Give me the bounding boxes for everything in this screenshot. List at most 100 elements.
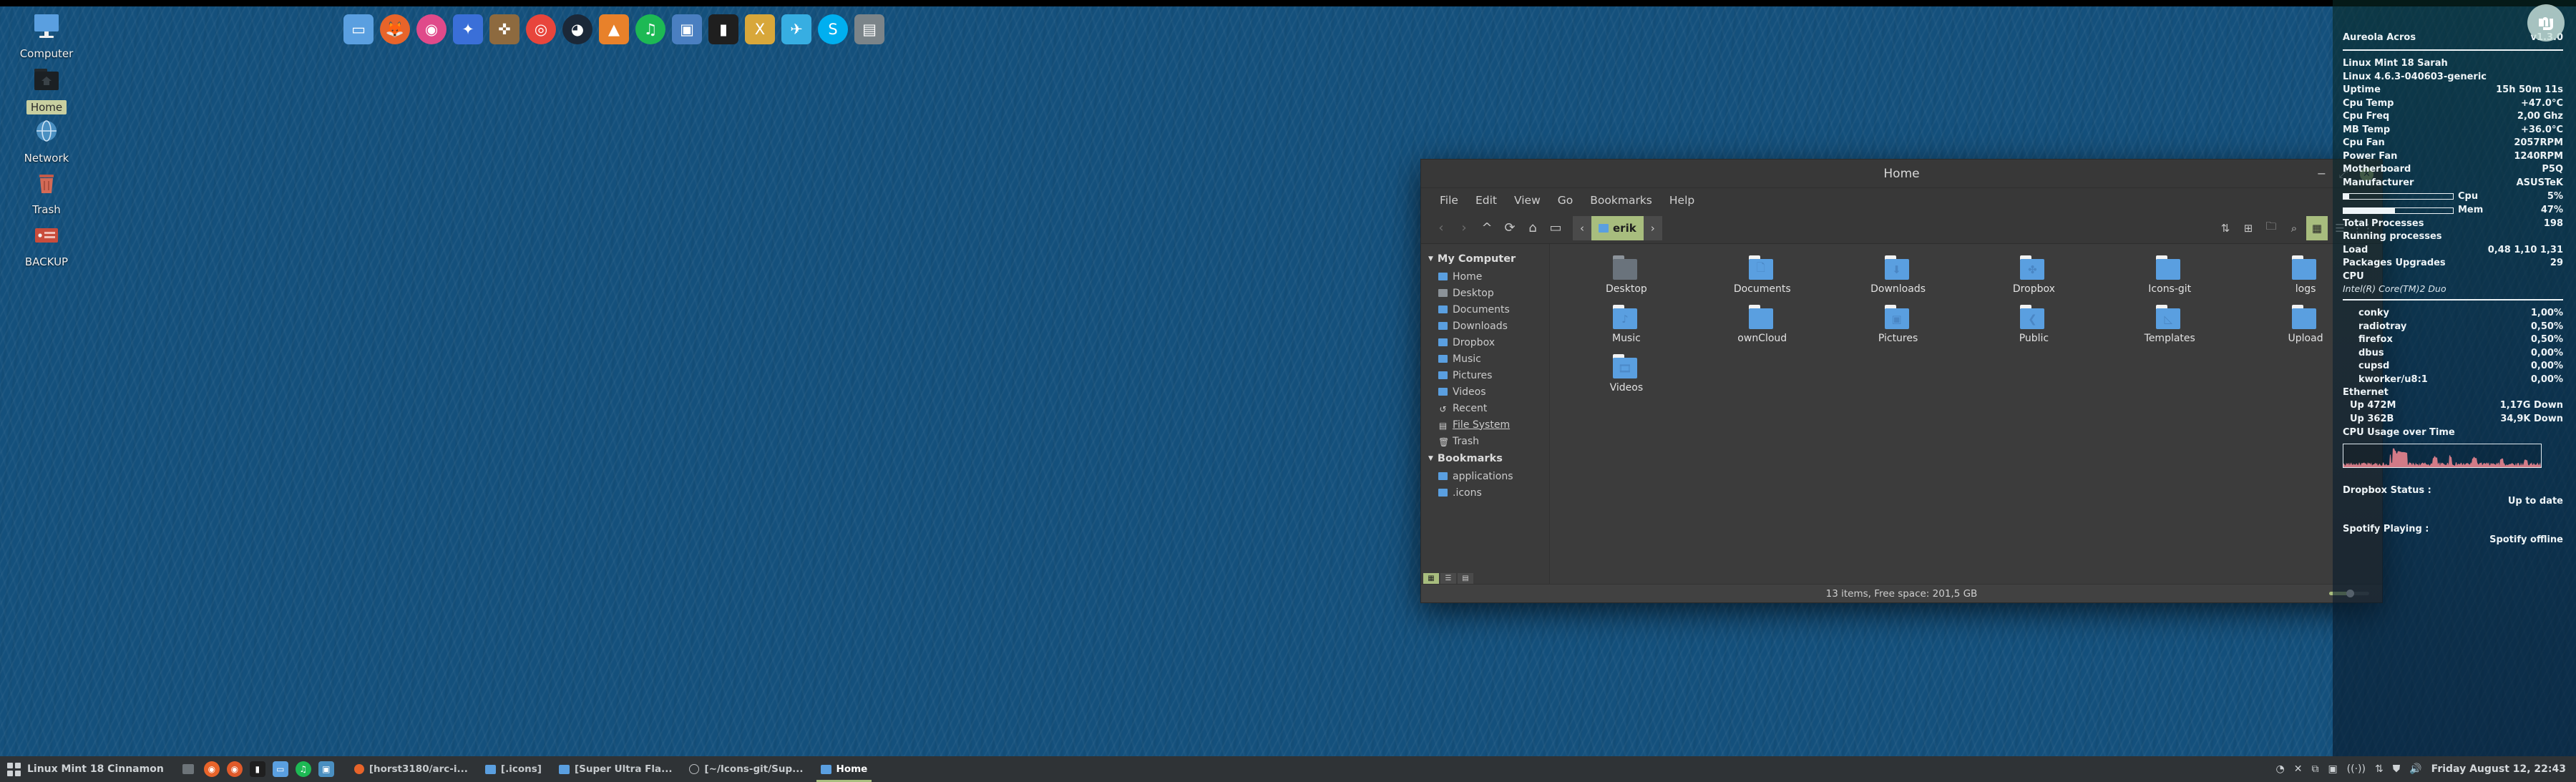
toolbar[interactable]: ‹ › ^ ⟳ ⌂ ▭ ‹ erik › ⇅ ⊞ 🗀 ⌕ ▦ ☰ ⋮⋮ [1421, 212, 2382, 244]
file-item[interactable]: 🗋Documents [1694, 251, 1830, 296]
arc-menu-icon[interactable]: ◉ [416, 14, 447, 44]
file-item[interactable]: ◺Templates [2102, 300, 2238, 346]
files-folder-icon[interactable]: ▭ [343, 14, 374, 44]
taskbar-window-button[interactable]: [~/Icons-git/Sup... [680, 756, 811, 782]
back-icon[interactable]: ‹ [1430, 217, 1453, 240]
bluetooth-icon[interactable]: ✦ [453, 14, 483, 44]
telegram-icon[interactable]: ✈ [781, 14, 811, 44]
firefox-icon[interactable]: ◉ [204, 761, 220, 777]
view-toggle-compact[interactable]: ▤ [1458, 573, 1473, 584]
file-item[interactable]: ❮Public [1966, 300, 2102, 346]
sidebar-item-pictures[interactable]: Pictures [1421, 367, 1549, 383]
file-item[interactable]: 🎞Videos [1558, 350, 1694, 395]
screenshot-icon[interactable]: ▣ [2328, 764, 2337, 774]
up-icon[interactable]: ^ [1475, 217, 1498, 240]
sidebar-section-bookmarks[interactable]: ▼Bookmarks [1421, 449, 1549, 468]
view-icons-icon[interactable]: ▦ [2306, 216, 2328, 240]
sidebar-item-documents[interactable]: Documents [1421, 301, 1549, 318]
taskbar-window-button[interactable]: [horst3180/arc-i... [346, 756, 477, 782]
minimize-icon[interactable]: − [2317, 168, 2326, 180]
power-icon[interactable]: ◔ [2275, 764, 2284, 774]
wifi-icon[interactable]: ((·)) [2347, 764, 2366, 774]
statusbar-view-toggles[interactable]: ▦ ☰ ▤ [1421, 573, 1473, 584]
file-item[interactable]: Icons-git [2102, 251, 2238, 296]
sublime-icon[interactable]: X [745, 14, 775, 44]
show-desktop-button[interactable] [182, 764, 194, 774]
computer-icon[interactable]: ▭ [1544, 217, 1567, 240]
spotify-icon[interactable]: ♫ [296, 761, 311, 777]
sidebar-item-recent[interactable]: ↺Recent [1421, 400, 1549, 416]
desktop-icon-trash[interactable]: Trash [7, 166, 86, 216]
window-titlebar[interactable]: Home − ⤢ ✕ [1421, 160, 2382, 188]
terminal-icon[interactable]: ▮ [250, 761, 265, 777]
file-item[interactable]: Desktop [1558, 251, 1694, 296]
sidebar-item--icons[interactable]: .icons [1421, 484, 1549, 501]
new-tab-icon[interactable]: ⊞ [2238, 216, 2259, 240]
archive-icon[interactable]: ▤ [854, 14, 884, 44]
quick-launchers[interactable]: ◉◉▮▭♫▣ [204, 761, 334, 777]
home-icon[interactable]: ⌂ [1521, 217, 1544, 240]
window-list[interactable]: [horst3180/arc-i...[.icons][Super Ultra … [346, 756, 877, 782]
file-item[interactable]: ▣Pictures [1830, 300, 1966, 346]
menu-item-edit[interactable]: Edit [1467, 192, 1506, 209]
menu-item-bookmarks[interactable]: Bookmarks [1581, 192, 1661, 209]
desktop-icon-computer[interactable]: Computer [7, 10, 86, 60]
menu-item-help[interactable]: Help [1661, 192, 1703, 209]
file-item[interactable]: ♪Music [1558, 300, 1694, 346]
vlc-icon[interactable]: ▲ [599, 14, 629, 44]
steam-icon[interactable]: ◕ [562, 14, 592, 44]
start-menu-button[interactable]: Linux Mint 18 Cinnamon [0, 756, 172, 782]
breadcrumb[interactable]: ‹ erik › [1573, 216, 1662, 240]
system-tray[interactable]: ◔ ✕ ⧉ ▣ ((·)) ⇅ ⛊ 🔊 Friday August 12, 22:43 [2275, 763, 2576, 775]
reload-icon[interactable]: ⟳ [1498, 217, 1521, 240]
top-dock[interactable]: ▭🦊◉✦✜◎◕▲♫▣▮X✈S▤ [343, 13, 884, 46]
sidebar-section-my-computer[interactable]: ▼My Computer [1421, 250, 1549, 268]
file-grid[interactable]: Desktop🗋Documents⬇Downloads✤DropboxIcons… [1558, 251, 2373, 395]
sidebar-item-file-system[interactable]: ▤File System [1421, 416, 1549, 433]
sidebar-item-desktop[interactable]: Desktop [1421, 285, 1549, 301]
shield-icon[interactable]: ⛊ [2393, 764, 2401, 774]
forward-icon[interactable]: › [1453, 217, 1475, 240]
view-toggle-list[interactable]: ☰ [1440, 573, 1456, 584]
terminal-icon[interactable]: ▮ [708, 14, 738, 44]
photos-icon[interactable]: ▣ [672, 14, 702, 44]
breadcrumb-current[interactable]: erik [1591, 216, 1644, 240]
sidebar-item-trash[interactable]: 🗑Trash [1421, 433, 1549, 449]
spotify-icon[interactable]: ♫ [635, 14, 665, 44]
menubar[interactable]: FileEditViewGoBookmarksHelp [1421, 188, 2382, 212]
files-icon[interactable]: ▭ [273, 761, 288, 777]
file-manager-window[interactable]: Home − ⤢ ✕ FileEditViewGoBookmarksHelp ‹… [1420, 159, 2383, 603]
taskbar-window-button[interactable]: [Super Ultra Fla... [550, 756, 681, 782]
menu-item-go[interactable]: Go [1549, 192, 1582, 209]
sort-icon[interactable]: ⇅ [2215, 216, 2236, 240]
sidebar-item-downloads[interactable]: Downloads [1421, 318, 1549, 334]
file-item[interactable]: ✤Dropbox [1966, 251, 2102, 296]
desktop-icon-network[interactable]: Network [7, 114, 86, 165]
menu-item-view[interactable]: View [1506, 192, 1549, 209]
desktop-icon-backup[interactable]: BACKUP [7, 218, 86, 268]
clock[interactable]: Friday August 12, 22:43 [2431, 763, 2566, 775]
chrome-icon[interactable]: ◎ [526, 14, 556, 44]
skype-icon[interactable]: S [818, 14, 848, 44]
sidebar-item-dropbox[interactable]: Dropbox [1421, 334, 1549, 351]
network-updown-icon[interactable]: ⇅ [2375, 764, 2384, 774]
file-item[interactable]: ⬇Downloads [1830, 251, 1966, 296]
breadcrumb-next[interactable]: › [1644, 216, 1662, 240]
volume-icon[interactable]: 🔊 [2409, 764, 2421, 774]
sidebar-item-applications[interactable]: applications [1421, 468, 1549, 484]
gimp-icon[interactable]: ✜ [489, 14, 519, 44]
taskbar-window-button[interactable]: [.icons] [477, 756, 550, 782]
sidebar-item-music[interactable]: Music [1421, 351, 1549, 367]
close-icon[interactable]: ✕ [2294, 764, 2303, 774]
sidebar[interactable]: ▼My ComputerHomeDesktopDocumentsDownload… [1421, 244, 1550, 584]
sidebar-item-home[interactable]: Home [1421, 268, 1549, 285]
settings-icon[interactable]: ▣ [318, 761, 334, 777]
breadcrumb-prev[interactable]: ‹ [1573, 216, 1591, 240]
search-icon[interactable]: ⌕ [2283, 216, 2305, 240]
firefox-icon[interactable]: 🦊 [380, 14, 410, 44]
taskbar-window-button[interactable]: Home [812, 756, 877, 782]
copy-icon[interactable]: ⧉ [2311, 764, 2318, 774]
taskbar[interactable]: Linux Mint 18 Cinnamon ◉◉▮▭♫▣ [horst3180… [0, 756, 2576, 782]
file-item[interactable]: ownCloud [1694, 300, 1830, 346]
new-folder-icon[interactable]: 🗀 [2260, 216, 2282, 240]
